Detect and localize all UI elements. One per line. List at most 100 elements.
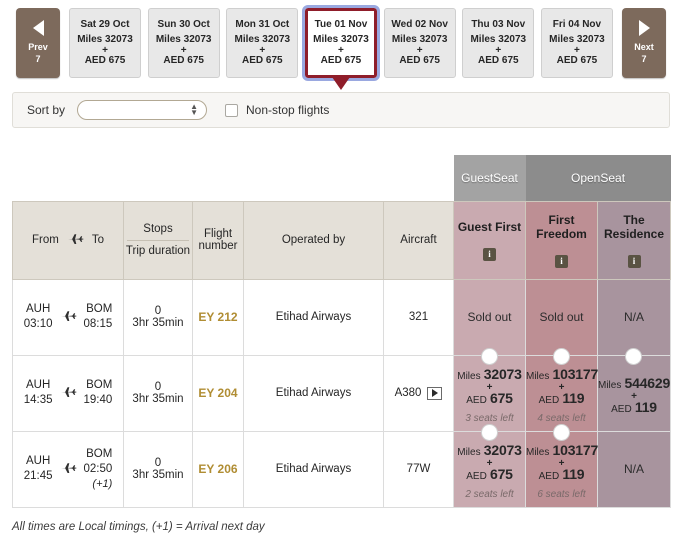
date-cell-cash: AED 675 xyxy=(242,55,283,66)
column-header-from-to: From To xyxy=(12,200,124,280)
miles-value: 103177 xyxy=(552,441,599,458)
date-cell-plus: + xyxy=(102,45,108,56)
info-icon[interactable]: i xyxy=(483,247,496,261)
cell-fare[interactable]: Miles 103177 + AED 119 6 seats left xyxy=(525,423,599,508)
date-cell-3[interactable]: Tue 01 Nov Miles 32073 + AED 675 xyxy=(301,5,380,90)
cash-label: AED xyxy=(538,470,560,482)
cell-fare-na: N/A xyxy=(596,430,672,508)
from-code: AUH xyxy=(25,379,51,391)
miles-value: 32073 xyxy=(483,441,522,458)
to-code: BOM xyxy=(86,379,113,391)
cash-value: 119 xyxy=(634,398,657,415)
info-icon[interactable]: i xyxy=(627,254,641,268)
column-header-guest-first: Guest First i xyxy=(453,200,526,280)
date-cell-cash: AED 675 xyxy=(477,55,519,66)
fare-radio[interactable] xyxy=(625,347,642,365)
cell-aircraft: 321 xyxy=(383,278,454,356)
cell-fare[interactable]: Miles 544629 + AED 119 xyxy=(596,347,672,432)
column-header-duration-label: Trip duration xyxy=(125,244,191,257)
from-time: 21:45 xyxy=(23,470,53,482)
seats-left: 6 seats left xyxy=(537,488,586,500)
from-time: 03:10 xyxy=(23,318,53,330)
column-header-first-freedom: First Freedom i xyxy=(525,200,598,280)
group-header-openseat: OpenSeat xyxy=(525,155,671,201)
date-cell-6[interactable]: Fri 04 Nov Miles 32073 + AED 675 xyxy=(540,8,613,78)
date-cell-day: Wed 02 Nov xyxy=(391,19,448,30)
fare-radio[interactable] xyxy=(552,423,570,441)
cash-label: AED xyxy=(611,403,632,415)
seats-left: 2 seats left xyxy=(465,488,514,500)
cell-aircraft: 77W xyxy=(383,430,454,508)
nonstop-checkbox[interactable] xyxy=(225,103,239,117)
date-cell-2[interactable]: Mon 31 Oct Miles 32073 + AED 675 xyxy=(226,8,299,78)
date-cell-1[interactable]: Sun 30 Oct Miles 32073 + AED 675 xyxy=(147,8,220,78)
next-week-button[interactable]: Next 7 xyxy=(622,8,666,78)
miles-value: 32073 xyxy=(483,365,522,382)
cell-fare[interactable]: Miles 32073 + AED 675 3 seats left xyxy=(453,347,526,432)
date-cell-plus: + xyxy=(574,45,580,56)
cell-stops-duration: 0 3hr 35min xyxy=(123,430,193,508)
date-cell-plus: + xyxy=(416,45,423,56)
miles-value: 103177 xyxy=(552,365,599,382)
cash-label: AED xyxy=(538,394,560,406)
flight-number-link[interactable]: EY 204 xyxy=(198,386,237,400)
miles-label: Miles xyxy=(526,370,550,382)
cell-fare-na: N/A xyxy=(596,278,672,356)
cash-label: AED xyxy=(466,394,487,406)
from-time: 14:35 xyxy=(23,394,53,406)
flight-number-link[interactable]: EY 206 xyxy=(198,462,237,476)
sort-select[interactable]: ▲ ▼ xyxy=(77,100,208,120)
info-icon[interactable]: i xyxy=(555,254,568,268)
route-from: AUH 14:35 xyxy=(24,378,53,408)
to-time: 19:40 xyxy=(83,394,113,406)
date-cell-day: Tue 01 Nov xyxy=(314,19,368,30)
date-cell-5[interactable]: Thu 03 Nov Miles 32073 + AED 675 xyxy=(462,8,535,78)
cell-operated-by: Etihad Airways xyxy=(243,430,384,508)
cell-flight-number: EY 206 xyxy=(192,430,244,508)
column-header-row: From To Stops Trip duration Flight numbe… xyxy=(12,200,672,280)
to-time: 02:50 xyxy=(83,462,113,475)
group-header-row: GuestSeat OpenSeat xyxy=(12,155,671,201)
fare-radio[interactable] xyxy=(552,347,570,365)
to-code: BOM xyxy=(86,447,113,460)
cell-flight-number: EY 204 xyxy=(192,354,244,432)
cell-fare[interactable]: Miles 103177 + AED 119 4 seats left xyxy=(525,347,599,432)
date-cell-cash: AED 675 xyxy=(320,55,362,66)
stepper-arrows-icon: ▲ ▼ xyxy=(190,102,199,117)
fare-radio[interactable] xyxy=(480,423,498,441)
route-from: AUH 21:45 xyxy=(24,454,53,484)
stops-value: 0 xyxy=(154,305,162,317)
miles-label: Miles xyxy=(457,370,481,382)
column-header-from-label: From xyxy=(32,234,59,246)
route-from: AUH 03:10 xyxy=(24,302,53,332)
miles-label: Miles xyxy=(598,379,622,391)
aircraft-value: 77W xyxy=(406,463,431,475)
fare-radio[interactable] xyxy=(480,347,498,365)
airplane-icon xyxy=(60,386,77,401)
nonstop-filter: Non-stop flights xyxy=(225,103,329,117)
fare-name-the-residence: The Residence xyxy=(603,212,665,241)
date-cell-plus: + xyxy=(338,45,344,56)
group-header-guestseat: GuestSeat xyxy=(453,155,526,201)
date-cell-day: Sat 29 Oct xyxy=(80,19,130,30)
column-header-aircraft: Aircraft xyxy=(383,200,454,280)
stops-value: 0 xyxy=(154,457,162,469)
prev-week-button[interactable]: Prev 7 xyxy=(16,8,60,78)
aircraft-value: 321 xyxy=(408,311,429,323)
play-video-icon[interactable] xyxy=(427,386,443,400)
date-cell-day: Sun 30 Oct xyxy=(157,19,210,30)
column-header-to-label: To xyxy=(91,234,104,246)
cell-fare[interactable]: Miles 32073 + AED 675 2 seats left xyxy=(453,423,526,508)
cell-fare-soldout: Sold out xyxy=(525,278,598,356)
cash-value: 675 xyxy=(490,389,513,406)
airplane-icon xyxy=(60,462,77,477)
flight-number-link[interactable]: EY 212 xyxy=(198,310,237,324)
column-header-operated-by: Operated by xyxy=(243,200,384,280)
table-row: AUH 21:45 BOM 02:50 (+1) 0 3hr 35min EY 206 Etih… xyxy=(12,423,672,508)
cell-route: AUH 21:45 BOM 02:50 (+1) xyxy=(12,430,124,508)
airplane-icon xyxy=(60,310,77,325)
date-cell-0[interactable]: Sat 29 Oct Miles 32073 + AED 675 xyxy=(69,8,141,78)
cell-stops-duration: 0 3hr 35min xyxy=(123,278,193,356)
date-cell-4[interactable]: Wed 02 Nov Miles 32073 + AED 675 xyxy=(383,8,456,78)
prev-count: 7 xyxy=(35,54,41,64)
